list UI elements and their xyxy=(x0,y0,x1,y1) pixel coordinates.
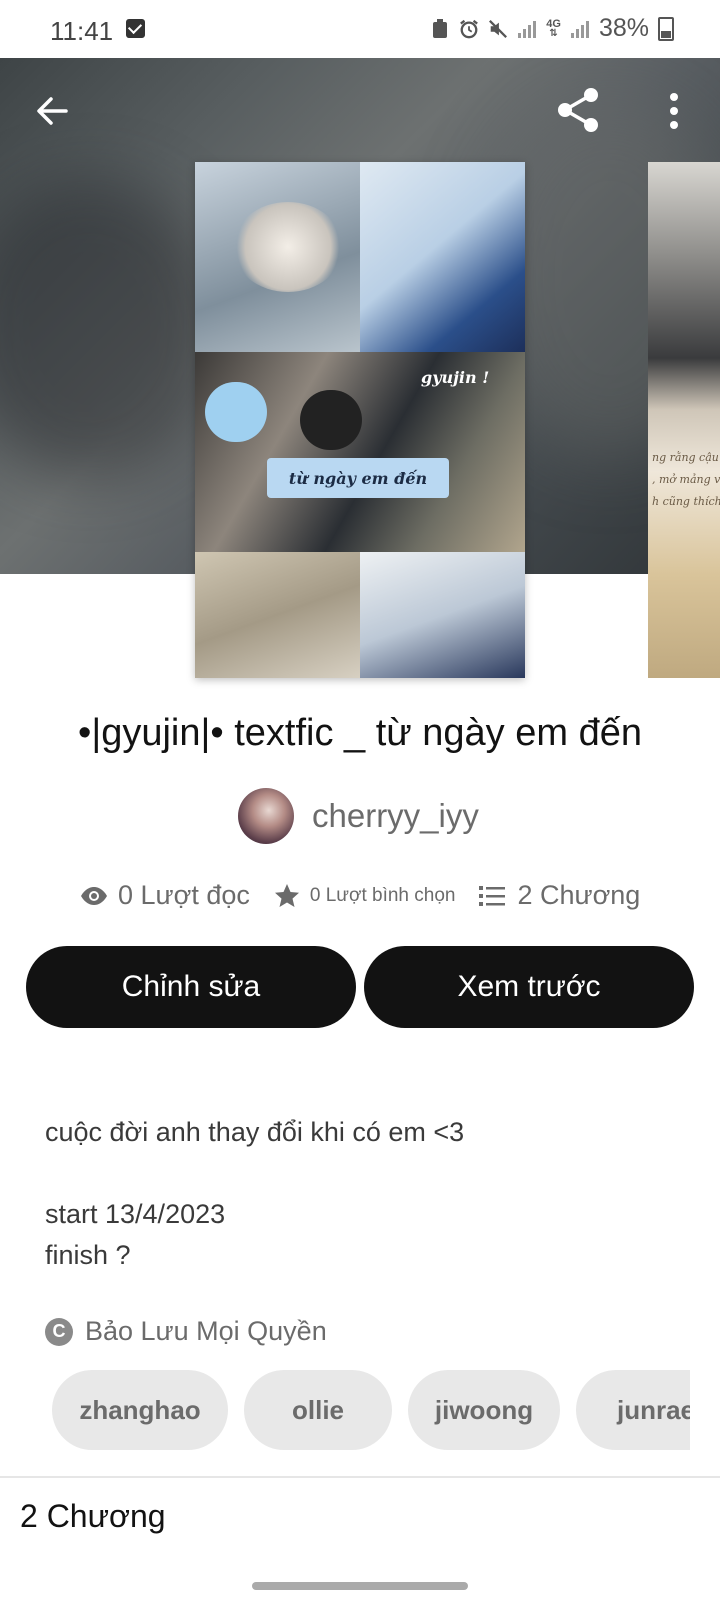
mute-icon xyxy=(488,18,508,40)
network-label: 4G xyxy=(546,17,561,30)
parts-stat: 2 Chương xyxy=(479,880,640,911)
cover-tag-text: gyujin ! xyxy=(421,368,490,387)
votes-stat: 0 Lượt bình chọn xyxy=(274,883,456,909)
copyright-icon: C xyxy=(45,1317,73,1346)
description-line: cuộc đời anh thay đổi khi có em <3 xyxy=(45,1117,465,1147)
story-stats: 0 Lượt đọc 0 Lượt bình chọn 2 Chương xyxy=(80,880,640,911)
tag-chip[interactable]: zhanghao xyxy=(52,1370,228,1450)
share-icon xyxy=(558,88,598,132)
author-avatar[interactable] xyxy=(238,788,294,844)
status-bar: 11:41 4G ⇅ 38% xyxy=(0,0,720,58)
cover-banner-text: từ ngày em đến xyxy=(267,458,449,498)
tag-chip[interactable]: junrae xyxy=(576,1370,690,1450)
tag-list: zhanghao ollie jiwoong junrae xyxy=(52,1370,690,1450)
reads-count: 0 Lượt đọc xyxy=(118,880,250,910)
edit-button[interactable]: Chỉnh sửa xyxy=(26,946,356,1028)
section-divider xyxy=(0,1476,720,1478)
preview-button[interactable]: Xem trước xyxy=(364,946,694,1028)
signal-icon-2 xyxy=(570,18,590,40)
status-icons: 4G ⇅ 38% xyxy=(430,14,674,43)
reads-stat: 0 Lượt đọc xyxy=(80,880,250,911)
checkbox-notification-icon xyxy=(126,19,145,38)
tag-chip[interactable]: jiwoong xyxy=(408,1370,560,1450)
star-icon xyxy=(274,883,299,907)
story-cover[interactable]: gyujin ! từ ngày em đến xyxy=(195,162,525,678)
author-name[interactable]: cherryy_iyy xyxy=(312,797,479,835)
battery-icon xyxy=(658,16,674,41)
description-line: start 13/4/2023 xyxy=(45,1199,226,1229)
more-vertical-icon xyxy=(670,93,678,129)
status-time: 11:41 xyxy=(50,16,114,46)
network-4g-icon: 4G ⇅ xyxy=(546,17,561,39)
share-button[interactable] xyxy=(552,84,604,136)
eye-icon xyxy=(81,886,107,905)
home-indicator[interactable] xyxy=(252,1582,468,1590)
more-options-button[interactable] xyxy=(654,88,694,134)
copyright-label: Bảo Lưu Mọi Quyền xyxy=(85,1316,327,1346)
battery-percent: 38% xyxy=(598,14,649,42)
back-button[interactable] xyxy=(30,88,76,134)
copyright-info: C Bảo Lưu Mọi Quyền xyxy=(45,1316,327,1347)
chapters-header: 2 Chương xyxy=(20,1498,166,1534)
recycle-icon xyxy=(430,18,450,40)
alarm-icon xyxy=(459,18,479,40)
story-title: •|gyujin|• textfic _ từ ngày em đến xyxy=(78,712,642,754)
parts-count: 2 Chương xyxy=(517,880,641,910)
description-line: finish ? xyxy=(45,1240,131,1270)
tag-chip[interactable]: ollie xyxy=(244,1370,392,1450)
list-icon xyxy=(479,885,506,906)
next-story-cover[interactable]: ng rằng cậu s, mở mảng vì th cũng thích xyxy=(648,162,720,678)
votes-count: 0 Lượt bình chọn xyxy=(309,884,456,906)
arrow-left-icon xyxy=(37,97,68,125)
author-link[interactable]: cherryy_iyy xyxy=(238,788,479,844)
signal-icon xyxy=(517,18,537,40)
story-description: cuộc đời anh thay đổi khi có em <3 start… xyxy=(45,1112,464,1276)
